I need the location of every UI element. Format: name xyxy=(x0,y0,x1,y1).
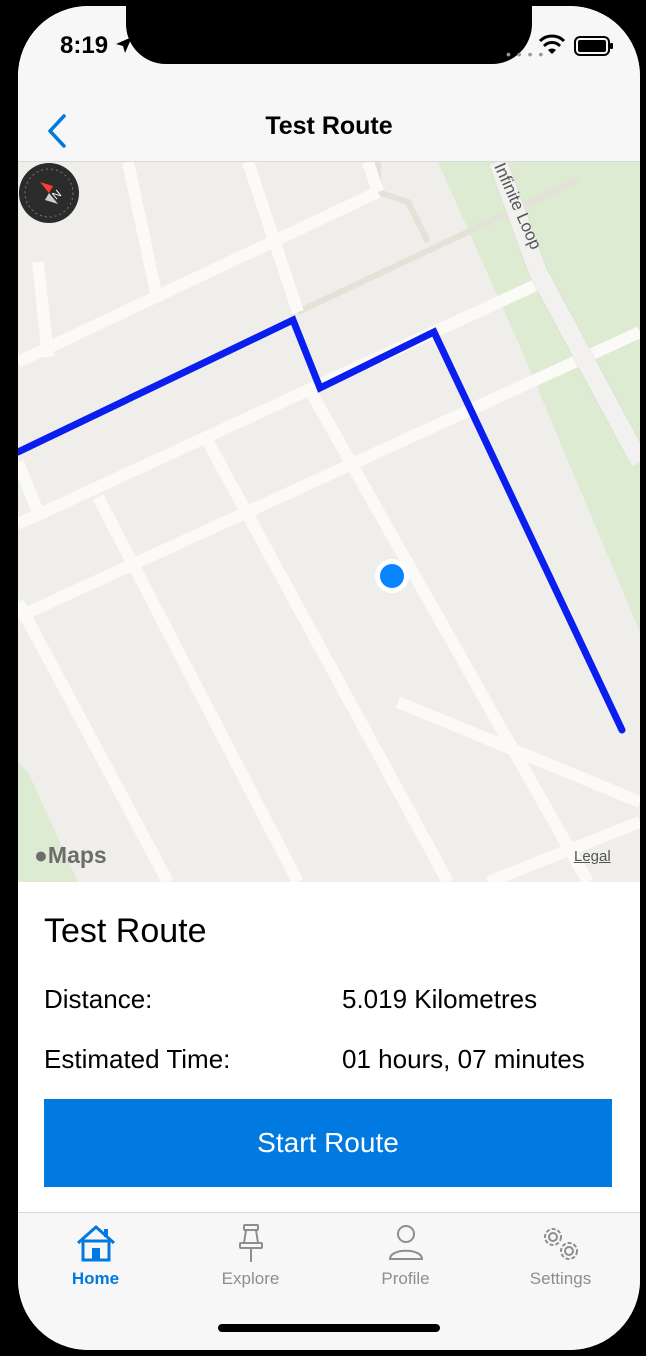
navigation-bar: Test Route xyxy=(18,100,640,162)
person-icon xyxy=(388,1225,423,1260)
apple-logo-icon: ● xyxy=(34,842,48,868)
status-time: 8:19 xyxy=(60,32,109,59)
home-indicator[interactable] xyxy=(218,1324,440,1332)
estimated-time-value: 01 hours, 07 minutes xyxy=(342,1044,585,1074)
tab-profile[interactable]: Profile xyxy=(328,1223,483,1303)
pin-icon xyxy=(238,1224,263,1262)
wifi-icon xyxy=(538,34,566,54)
phone-screen: 8:19 • • • • Test Route Infinite Loop N … xyxy=(18,6,640,1350)
gears-icon xyxy=(543,1228,578,1260)
notch xyxy=(126,6,532,64)
status-bar: 8:19 • • • • xyxy=(18,6,640,100)
user-location-dot xyxy=(380,564,404,588)
maps-attribution: ●Maps xyxy=(34,842,107,868)
distance-label: Distance: xyxy=(44,984,153,1014)
estimated-time-label: Estimated Time: xyxy=(44,1044,231,1074)
page-title: Test Route xyxy=(265,112,393,140)
battery-icon xyxy=(574,36,613,56)
start-route-button[interactable]: Start Route xyxy=(44,1099,612,1187)
map-canvas[interactable]: Infinite Loop xyxy=(18,162,640,882)
home-icon xyxy=(76,1225,115,1262)
route-name: Test Route xyxy=(44,912,207,950)
legal-link[interactable]: Legal xyxy=(574,848,611,865)
route-map[interactable]: Infinite Loop N ●Maps Legal xyxy=(18,162,640,882)
compass-icon[interactable]: N xyxy=(18,162,80,224)
location-arrow-icon xyxy=(116,37,132,53)
tab-home[interactable]: Home xyxy=(18,1223,173,1303)
tab-settings[interactable]: Settings xyxy=(483,1223,638,1303)
distance-value: 5.019 Kilometres xyxy=(342,984,538,1014)
tab-explore[interactable]: Explore xyxy=(173,1223,328,1303)
route-details: Test Route Distance: 5.019 Kilometres Es… xyxy=(18,882,640,1212)
